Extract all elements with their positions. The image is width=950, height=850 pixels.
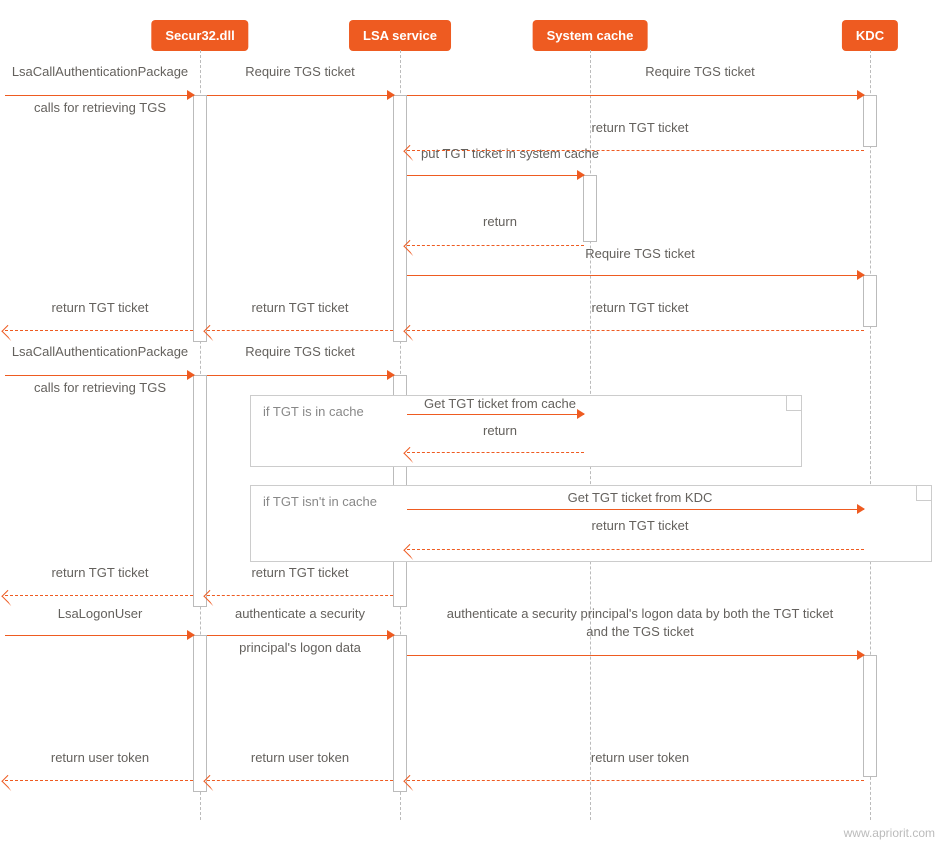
note-title: if TGT isn't in cache	[263, 494, 377, 509]
msg-label: Require TGS ticket	[245, 64, 355, 80]
msg-label: return TGT ticket	[591, 300, 688, 316]
msg-label: put TGT ticket in system cache	[421, 146, 599, 162]
arrow-require-tgs-3	[407, 263, 864, 281]
msg-label: return TGT ticket	[51, 565, 148, 581]
arrow-return-tgt-2b	[207, 318, 393, 336]
activation	[193, 635, 207, 792]
msg-label: return TGT ticket	[51, 300, 148, 316]
activation	[583, 175, 597, 242]
msg-label: LsaCallAuthenticationPackage	[12, 64, 188, 80]
msg-label: and the TGS ticket	[586, 624, 693, 640]
msg-label: return TGT ticket	[591, 518, 688, 534]
arrow-return-token-c	[5, 768, 193, 786]
arrow-get-cache-return	[407, 440, 584, 458]
msg-label: return	[483, 423, 517, 439]
arrow-cache-return	[407, 233, 584, 251]
arrow-return-tgt-3a	[207, 583, 393, 601]
activation	[863, 275, 877, 327]
msg-label: return user token	[591, 750, 689, 766]
arrow-return-token-a	[407, 768, 864, 786]
msg-label: LsaLogonUser	[58, 606, 143, 622]
msg-label: LsaCallAuthenticationPackage	[12, 344, 188, 360]
arrow-return-tgt-2c	[5, 318, 193, 336]
arrow-auth-logon-1	[207, 623, 394, 641]
activation	[193, 375, 207, 607]
arrow-call-lsa-auth-pkg	[5, 83, 194, 101]
msg-label: calls for retrieving TGS	[34, 100, 166, 116]
arrow-call-lsa-auth-pkg-2	[5, 363, 194, 381]
msg-label: Require TGS ticket	[585, 246, 695, 262]
msg-label: Require TGS ticket	[645, 64, 755, 80]
participant-cache: System cache	[533, 20, 648, 51]
msg-label: return TGT ticket	[251, 300, 348, 316]
msg-label: return TGT ticket	[251, 565, 348, 581]
arrow-get-kdc-return	[407, 537, 864, 555]
msg-label: return TGT ticket	[591, 120, 688, 136]
msg-label: return user token	[251, 750, 349, 766]
arrow-auth-logon-2	[407, 643, 864, 661]
msg-label: return user token	[51, 750, 149, 766]
msg-label: Require TGS ticket	[245, 344, 355, 360]
activation	[393, 95, 407, 342]
activation	[863, 95, 877, 147]
msg-label: principal's logon data	[239, 640, 361, 656]
participant-kdc: KDC	[842, 20, 898, 51]
arrow-lsa-logon-user	[5, 623, 194, 641]
arrow-return-tgt-2a	[407, 318, 864, 336]
participant-secur32: Secur32.dll	[151, 20, 248, 51]
msg-label: authenticate a security	[235, 606, 365, 622]
activation	[863, 655, 877, 777]
activation	[193, 95, 207, 342]
arrow-return-token-b	[207, 768, 393, 786]
arrow-put-cache	[407, 163, 584, 181]
msg-label: authenticate a security principal's logo…	[447, 606, 833, 622]
msg-label: calls for retrieving TGS	[34, 380, 166, 396]
watermark: www.apriorit.com	[844, 826, 935, 840]
activation	[393, 635, 407, 792]
arrow-return-tgt-3b	[5, 583, 193, 601]
arrow-require-tgs-2	[407, 83, 864, 101]
msg-label: Get TGT ticket from KDC	[568, 490, 713, 506]
participant-lsa: LSA service	[349, 20, 451, 51]
arrow-require-tgs-4	[207, 363, 394, 381]
note-title: if TGT is in cache	[263, 404, 364, 419]
arrow-require-tgs-1	[207, 83, 394, 101]
sequence-diagram: Secur32.dll LSA service System cache KDC…	[0, 0, 950, 850]
msg-label: return	[483, 214, 517, 230]
msg-label: Get TGT ticket from cache	[424, 396, 576, 412]
note-corner-icon	[916, 486, 931, 501]
note-corner-icon	[786, 396, 801, 411]
